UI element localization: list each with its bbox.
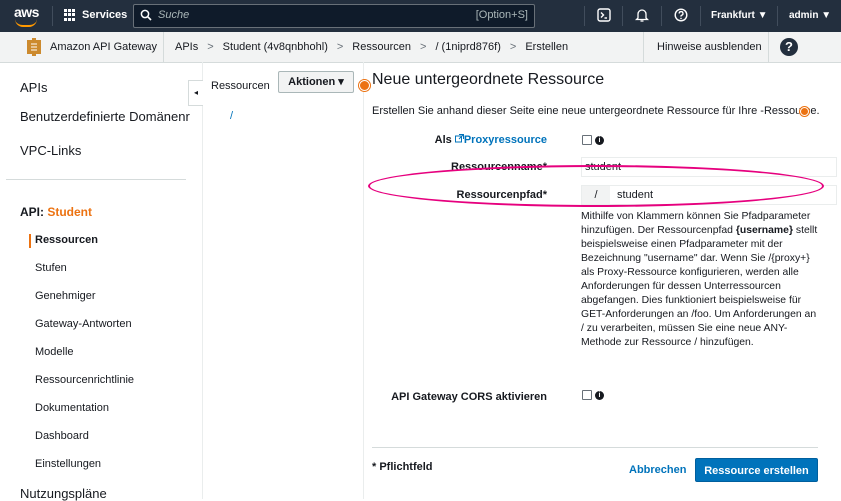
- sidebar-item-custom-domains[interactable]: Benutzerdefinierte Domänenr: [20, 109, 190, 124]
- breadcrumb-item-apis[interactable]: APIs: [175, 41, 198, 53]
- help-text-part: stellt beispielsweise einen Pfadparamete…: [581, 225, 818, 348]
- help-text-bold: {username}: [735, 225, 793, 236]
- create-resource-button[interactable]: Ressource erstellen: [695, 458, 818, 482]
- breadcrumb-item-create: Erstellen: [525, 41, 569, 53]
- cors-label: API Gateway CORS aktivieren: [391, 391, 547, 403]
- divider: [163, 32, 164, 62]
- api-gateway-icon: [27, 38, 41, 56]
- divider: [700, 6, 701, 26]
- path-help-text: Mithilfe von Klammern können Sie Pfadpar…: [581, 210, 821, 350]
- aws-logo-text: aws: [14, 4, 39, 20]
- sidebar-item-settings[interactable]: Einstellungen: [35, 458, 101, 470]
- sidebar-item-stages[interactable]: Stufen: [35, 262, 67, 274]
- breadcrumb-separator: >: [336, 41, 344, 53]
- breadcrumb-item-resources[interactable]: Ressourcen: [352, 41, 411, 53]
- sidebar-item-dashboard[interactable]: Dashboard: [35, 430, 89, 442]
- breadcrumb-separator: >: [207, 41, 214, 53]
- page-description: Erstellen Sie anhand dieser Seite eine n…: [372, 105, 820, 117]
- search-placeholder: Suche: [158, 9, 190, 21]
- cors-checkbox[interactable]: [582, 390, 592, 400]
- proxy-resource-label: Als Proxyressource: [435, 134, 547, 146]
- aws-smile-icon: [15, 19, 37, 27]
- hide-tips-button[interactable]: Hinweise ausblenden: [657, 41, 762, 53]
- sidebar-item-resources[interactable]: Ressourcen: [35, 234, 98, 246]
- proxy-resource-link[interactable]: Proxyressource: [464, 134, 547, 146]
- collapse-sidebar-button[interactable]: ◂: [188, 80, 203, 106]
- search-shortcut: [Option+S]: [475, 9, 528, 21]
- sidebar-item-resource-policy[interactable]: Ressourcenrichtlinie: [35, 374, 134, 386]
- proxy-resource-checkbox[interactable]: [582, 135, 592, 145]
- info-dot-icon[interactable]: [800, 107, 809, 116]
- main-content: Neue untergeordnete Ressource Erstellen …: [359, 62, 841, 499]
- info-dot-icon[interactable]: [359, 80, 370, 91]
- aws-logo[interactable]: aws: [14, 4, 42, 27]
- breadcrumb-service[interactable]: Amazon API Gateway: [50, 41, 157, 53]
- required-note: * Pflichtfeld: [372, 461, 433, 473]
- divider: [52, 6, 53, 26]
- divider: [768, 32, 769, 62]
- breadcrumb: Amazon API Gateway: [50, 41, 157, 53]
- page-title: Neue untergeordnete Ressource: [372, 71, 605, 88]
- breadcrumb-separator: >: [509, 41, 517, 53]
- services-label: Services: [82, 9, 128, 21]
- divider: [622, 6, 623, 26]
- divider: [584, 6, 585, 26]
- breadcrumb-item-api[interactable]: Student (4v8qnbhohl): [223, 41, 328, 53]
- breadcrumb-separator: >: [420, 41, 427, 53]
- breadcrumb-path: APIs > Student (4v8qnbhohl) > Ressourcen > / (…: [175, 41, 568, 53]
- external-link-icon: [454, 134, 464, 143]
- grid-icon: [64, 9, 76, 21]
- info-icon[interactable]: i: [595, 391, 604, 400]
- api-prefix: API:: [20, 205, 44, 219]
- sidebar-item-apis[interactable]: APIs: [20, 80, 47, 95]
- divider: [777, 6, 778, 26]
- api-name-label: API: Student: [20, 205, 92, 219]
- sidebar-item-models[interactable]: Modelle: [35, 346, 74, 358]
- divider: [661, 6, 662, 26]
- help-circle-icon[interactable]: [674, 8, 688, 22]
- page-description-text: Erstellen Sie anhand dieser Seite eine n…: [372, 105, 820, 117]
- account-menu[interactable]: admin ▼: [789, 10, 831, 21]
- sidebar-item-authorizers[interactable]: Genehmiger: [35, 290, 96, 302]
- breadcrumb-item-root[interactable]: / (1niprd876f): [435, 41, 500, 53]
- search-icon: [140, 9, 152, 21]
- cancel-button[interactable]: Abbrechen: [629, 464, 686, 476]
- help-icon[interactable]: ?: [780, 38, 798, 56]
- bell-icon[interactable]: [635, 8, 649, 22]
- sidebar-item-vpc-links[interactable]: VPC-Links: [20, 143, 81, 158]
- left-sidebar: APIs Benutzerdefinierte Domänenr VPC-Lin…: [0, 62, 203, 501]
- sidebar-divider: [6, 179, 186, 180]
- resources-panel: Ressourcen Aktionen ▾ /: [202, 62, 364, 499]
- active-indicator: [29, 234, 31, 248]
- form-divider: [372, 447, 818, 448]
- top-nav: aws Services Suche [Option+S] Frankfurt …: [0, 0, 841, 32]
- region-selector[interactable]: Frankfurt ▼: [711, 10, 768, 21]
- resource-tree-root[interactable]: /: [230, 110, 233, 122]
- breadcrumb-bar: Amazon API Gateway APIs > Student (4v8qnbh…: [0, 32, 841, 63]
- terminal-icon[interactable]: [597, 8, 611, 22]
- services-menu[interactable]: Services: [64, 9, 127, 21]
- api-name: Student: [47, 205, 93, 219]
- highlight-annotation: [368, 165, 824, 207]
- proxy-prefix: Als: [434, 134, 452, 146]
- actions-dropdown[interactable]: Aktionen ▾: [278, 71, 354, 93]
- sidebar-item-documentation[interactable]: Dokumentation: [35, 402, 109, 414]
- search-input[interactable]: Suche [Option+S]: [133, 4, 535, 28]
- sidebar-item-gateway-responses[interactable]: Gateway-Antworten: [35, 318, 132, 330]
- info-icon[interactable]: i: [595, 136, 604, 145]
- resources-title: Ressourcen: [211, 80, 270, 92]
- divider: [643, 32, 644, 62]
